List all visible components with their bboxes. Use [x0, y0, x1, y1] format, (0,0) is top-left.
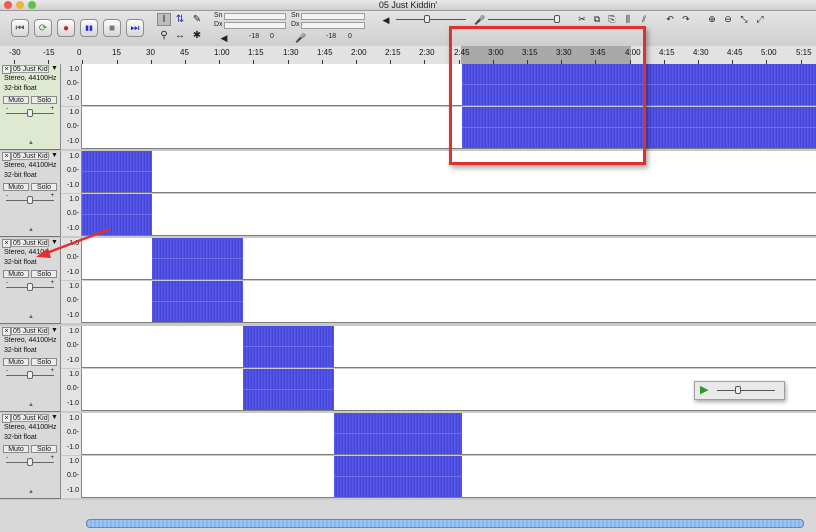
play-at-speed-toolbar: ▶ — [694, 381, 785, 400]
annotation-arrow — [36, 227, 111, 258]
playback-speed-slider[interactable] — [717, 385, 775, 395]
play-at-speed-button[interactable]: ▶ — [700, 384, 712, 396]
horizontal-scrollbar[interactable] — [86, 519, 804, 528]
